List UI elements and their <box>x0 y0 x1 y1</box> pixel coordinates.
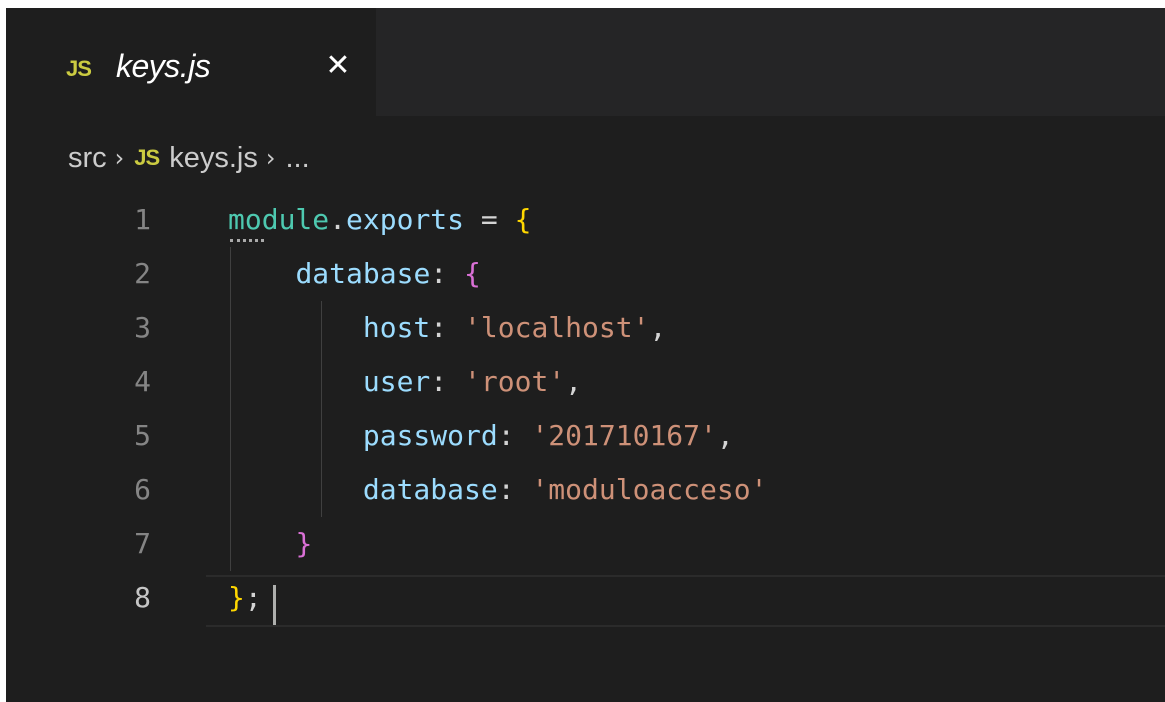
line-number: 4 <box>134 365 151 398</box>
line-number: 8 <box>134 581 151 614</box>
code-line-1: 1 module.exports = { <box>6 193 1165 247</box>
token-brace-open: { <box>514 203 532 236</box>
token-brace-open: { <box>464 257 481 290</box>
code-line-6: 6 database: 'moduloacceso' <box>6 463 1165 517</box>
code-line-7: 7 } <box>6 517 1165 571</box>
token-comma: , <box>649 311 667 344</box>
token-semicolon: ; <box>244 581 262 614</box>
tab-bar: JS keys.js ✕ <box>6 8 1165 116</box>
close-icon[interactable]: ✕ <box>320 48 356 84</box>
code-text: host: 'localhost', <box>228 301 666 355</box>
code-text: user: 'root', <box>228 355 582 409</box>
code-line-2: 2 database: { <box>6 247 1165 301</box>
line-number: 2 <box>134 257 151 290</box>
token-string: 'root' <box>464 365 566 398</box>
token-dot: . <box>329 203 347 236</box>
token-string: 'localhost' <box>464 311 650 344</box>
breadcrumb-folder-src[interactable]: src <box>68 142 107 175</box>
editor-window: JS keys.js ✕ src › JS keys.js › ... 1 mo… <box>6 8 1165 702</box>
token-exports: exports <box>346 203 465 236</box>
token-string: '201710167' <box>531 419 717 452</box>
code-text: password: '201710167', <box>228 409 734 463</box>
line-number: 6 <box>134 473 151 506</box>
token-colon: : <box>430 365 465 398</box>
javascript-file-icon: JS <box>66 56 92 81</box>
line-number: 5 <box>134 419 151 452</box>
code-line-8: 8 }; <box>6 571 1165 625</box>
token-comma: , <box>716 419 734 452</box>
code-text: database: { <box>228 247 481 301</box>
line-number: 3 <box>134 311 151 344</box>
breadcrumb: src › JS keys.js › ... <box>68 136 310 180</box>
tab-label: keys.js <box>116 48 211 84</box>
code-text: }; <box>228 571 262 625</box>
line-number: 1 <box>134 203 151 236</box>
code-line-3: 3 host: 'localhost', <box>6 301 1165 355</box>
javascript-file-icon: JS <box>134 145 160 170</box>
code-line-4: 4 user: 'root', <box>6 355 1165 409</box>
chevron-right-icon: › <box>265 144 276 172</box>
tab-keys-js[interactable]: JS keys.js ✕ <box>6 8 376 116</box>
token-key: database <box>362 473 498 506</box>
token-brace-close: } <box>228 581 245 614</box>
code-text: } <box>228 517 312 571</box>
token-key: password <box>362 419 498 452</box>
token-colon: : <box>497 419 532 452</box>
token-key: host <box>362 311 431 344</box>
text-cursor <box>273 585 276 625</box>
hint-dots <box>230 235 264 242</box>
chevron-right-icon: › <box>114 144 125 172</box>
token-string: 'moduloacceso' <box>531 473 768 506</box>
token-module: module <box>228 203 330 236</box>
token-assign: = <box>464 203 515 236</box>
token-key: user <box>362 365 431 398</box>
breadcrumb-file-keys-js[interactable]: keys.js <box>169 142 258 175</box>
token-comma: , <box>565 365 583 398</box>
token-colon: : <box>430 311 465 344</box>
line-number: 7 <box>134 527 151 560</box>
code-line-5: 5 password: '201710167', <box>6 409 1165 463</box>
token-colon: : <box>430 257 465 290</box>
code-editor[interactable]: 1 module.exports = { 2 database: { 3 hos… <box>6 193 1165 653</box>
code-text: database: 'moduloacceso' <box>228 463 768 517</box>
token-key: database <box>295 257 431 290</box>
code-text: module.exports = { <box>228 193 531 247</box>
token-colon: : <box>497 473 532 506</box>
breadcrumb-symbols[interactable]: ... <box>285 142 309 175</box>
token-brace-close: } <box>295 527 313 560</box>
